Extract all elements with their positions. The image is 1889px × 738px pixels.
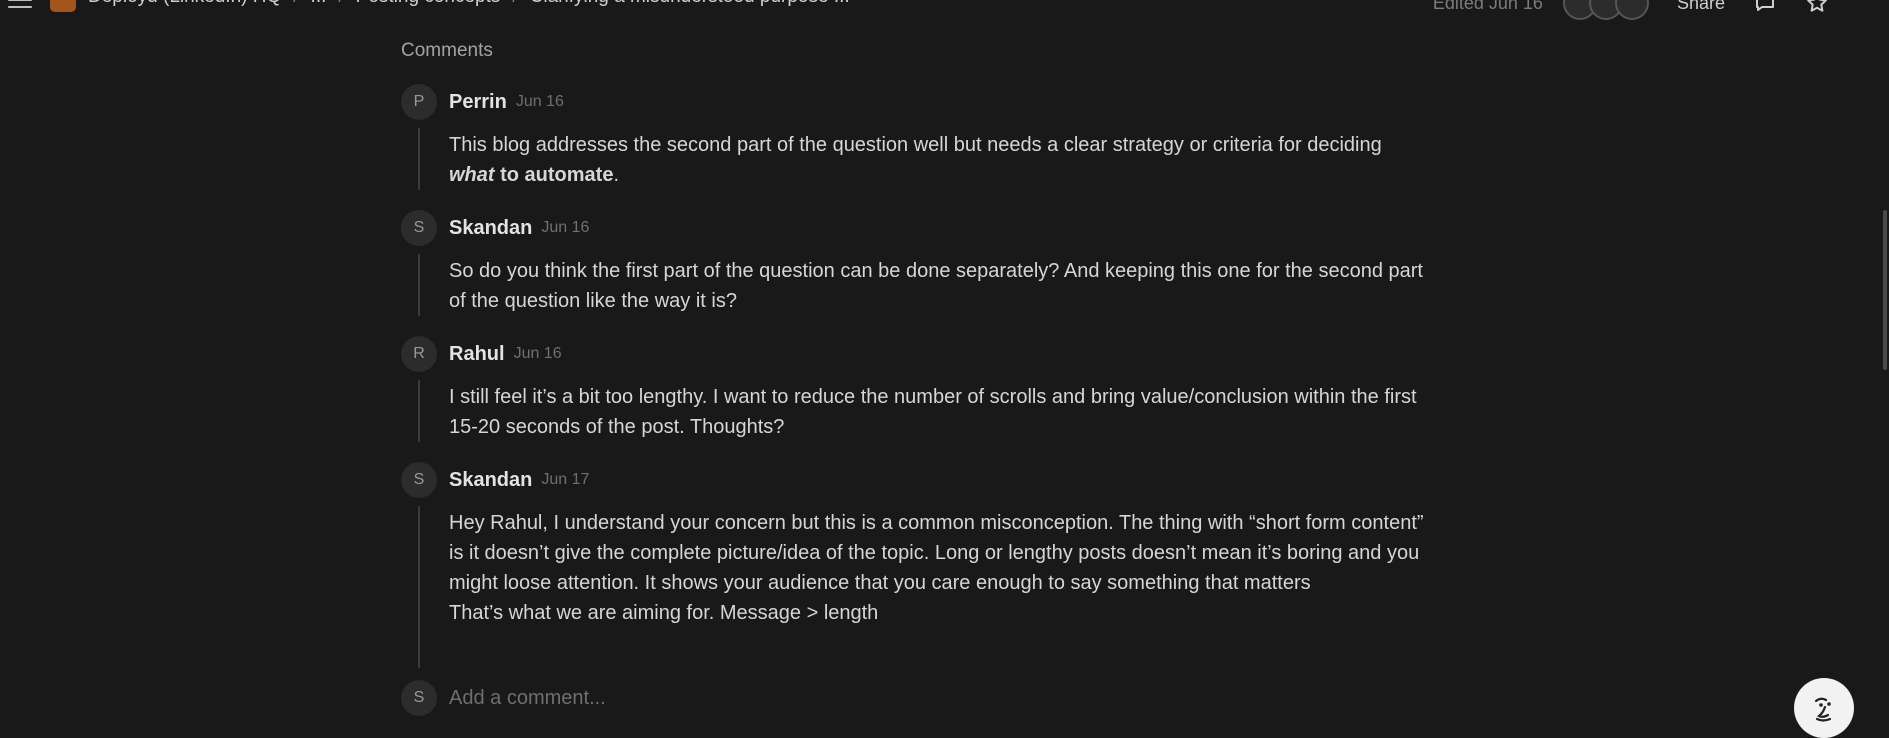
comment-item: S Skandan Jun 16 So do you think the fir… (401, 210, 1441, 316)
thread-line (418, 128, 420, 190)
comment-author: Rahul (449, 342, 505, 365)
comment-text: That’s what we are aiming for. Message >… (449, 602, 879, 624)
top-right-actions: Edited Jun 16 Share (1433, 0, 1829, 20)
help-icon (1814, 697, 1832, 722)
scrollbar-thumb[interactable] (1883, 210, 1887, 370)
comment-author: Skandan (449, 216, 533, 239)
breadcrumb-separator: / (293, 0, 298, 8)
comment-header: S Skandan Jun 16 (401, 210, 1441, 246)
comment-text: So do you think the first part of the qu… (449, 260, 1423, 312)
top-bar: Deployd (LinkedIn) HQ / ... / Posting co… (0, 0, 1889, 22)
thread-line (418, 254, 420, 316)
comment-body: Hey Rahul, I understand your concern but… (449, 508, 1441, 628)
hamburger-icon[interactable] (8, 0, 32, 8)
thread-line (418, 506, 420, 668)
add-comment-input[interactable] (449, 686, 1049, 710)
help-button[interactable] (1794, 678, 1854, 738)
collaborator-avatars[interactable] (1562, 0, 1649, 20)
avatar: S (401, 462, 437, 498)
comment-date: Jun 16 (541, 219, 590, 236)
comment-date: Jun 16 (513, 345, 562, 362)
avatar: R (401, 336, 437, 372)
comment-text: This blog addresses the second part of t… (449, 134, 1382, 186)
edited-timestamp: Edited Jun 16 (1432, 0, 1543, 13)
avatar: S (401, 680, 437, 716)
comment-header: R Rahul Jun 16 (401, 336, 1441, 372)
comment-body: I still feel it’s a bit too lengthy. I w… (449, 382, 1441, 442)
breadcrumb-page[interactable]: Clarifying a misunderstood purpose ... (530, 0, 850, 8)
breadcrumb-section[interactable]: Posting concepts (356, 0, 501, 8)
comment-header: P Perrin Jun 16 (401, 84, 1441, 120)
comment-body: So do you think the first part of the qu… (449, 256, 1441, 316)
comment-text: Hey Rahul, I understand your concern but… (449, 512, 1424, 594)
thread-line (418, 380, 420, 442)
comment-text: I still feel it’s a bit too lengthy. I w… (449, 386, 1417, 438)
add-comment-row: S (401, 680, 1049, 716)
breadcrumb-workspace[interactable]: Deployd (LinkedIn) HQ (88, 0, 281, 8)
scrollbar[interactable] (1881, 0, 1889, 726)
comment-item: R Rahul Jun 16 I still feel it’s a bit t… (401, 336, 1441, 442)
workspace-icon (50, 0, 76, 12)
comment-date: Jun 16 (515, 93, 564, 110)
breadcrumb: Deployd (LinkedIn) HQ / ... / Posting co… (88, 0, 850, 8)
comment-header: S Skandan Jun 17 (401, 462, 1441, 498)
comment-author: Perrin (449, 90, 507, 113)
star-icon[interactable] (1805, 0, 1829, 15)
comment-item: P Perrin Jun 16 This blog addresses the … (401, 84, 1441, 190)
share-button[interactable]: Share (1677, 0, 1725, 14)
avatar: P (401, 84, 437, 120)
comment-body: This blog addresses the second part of t… (449, 130, 1441, 190)
comment-item: S Skandan Jun 17 Hey Rahul, I understand… (401, 462, 1441, 668)
avatar: S (401, 210, 437, 246)
breadcrumb-separator: / (338, 0, 343, 8)
avatar (1614, 0, 1649, 20)
comment-author: Skandan (449, 468, 533, 491)
breadcrumb-separator: / (512, 0, 517, 8)
comments-heading: Comments (401, 40, 493, 61)
breadcrumb-ellipsis[interactable]: ... (311, 0, 327, 8)
comment-date: Jun 17 (541, 471, 590, 488)
comments-icon[interactable] (1753, 0, 1777, 15)
